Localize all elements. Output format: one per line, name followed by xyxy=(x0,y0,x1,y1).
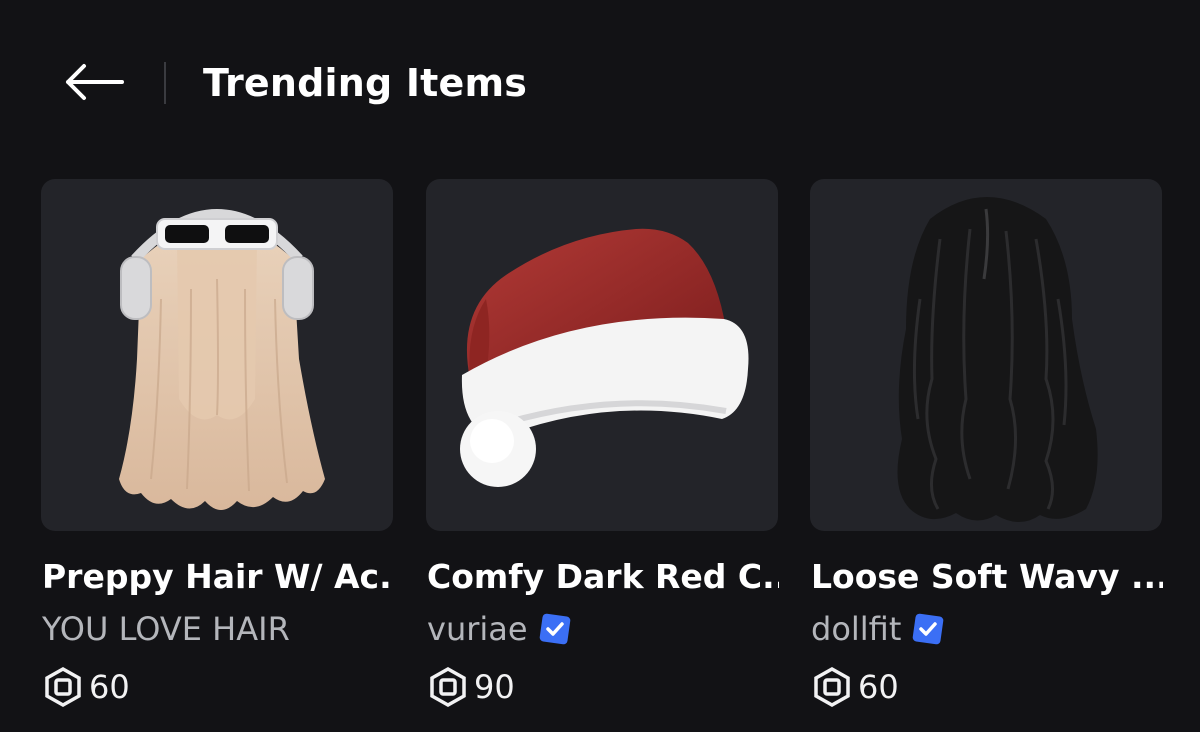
item-card[interactable]: Preppy Hair W/ Ac... YOU LOVE HAIR 60 xyxy=(41,179,394,719)
arrow-left-icon xyxy=(66,64,124,100)
creator-name[interactable]: vuriae xyxy=(427,607,528,651)
robux-icon xyxy=(45,667,81,707)
price-row: 60 xyxy=(812,665,899,709)
black-wavy-hair-icon xyxy=(897,197,1098,522)
robux-icon xyxy=(814,667,850,707)
creator-row[interactable]: dollfit xyxy=(811,607,945,651)
item-name[interactable]: Preppy Hair W/ Ac... xyxy=(42,555,394,599)
price-row: 90 xyxy=(428,665,515,709)
creator-name[interactable]: dollfit xyxy=(811,607,901,651)
blonde-hair-with-headphones-sunglasses-icon xyxy=(119,209,325,510)
item-card[interactable]: Loose Soft Wavy ... dollfit 60 xyxy=(810,179,1163,719)
verified-badge-icon xyxy=(539,613,570,645)
page-title: Trending Items xyxy=(203,61,528,105)
creator-row[interactable]: vuriae xyxy=(427,607,572,651)
item-price: 60 xyxy=(89,668,130,706)
robux-icon xyxy=(430,667,466,707)
santa-hat-icon xyxy=(460,228,749,487)
header-divider xyxy=(164,62,166,104)
top-bar: Trending Items xyxy=(0,0,1200,170)
price-row: 60 xyxy=(43,665,130,709)
back-button[interactable] xyxy=(52,50,136,114)
item-grid: Preppy Hair W/ Ac... YOU LOVE HAIR 60 Co… xyxy=(41,179,1163,719)
item-thumbnail[interactable] xyxy=(426,179,778,531)
item-name[interactable]: Loose Soft Wavy ... xyxy=(811,555,1163,599)
verified-badge-icon xyxy=(913,613,944,645)
item-price: 90 xyxy=(474,668,515,706)
item-thumbnail[interactable] xyxy=(810,179,1162,531)
creator-row[interactable]: YOU LOVE HAIR xyxy=(42,607,290,651)
creator-name[interactable]: YOU LOVE HAIR xyxy=(42,607,290,651)
item-price: 60 xyxy=(858,668,899,706)
item-thumbnail[interactable] xyxy=(41,179,393,531)
item-name[interactable]: Comfy Dark Red C... xyxy=(427,555,779,599)
item-card[interactable]: Comfy Dark Red C... vuriae 90 xyxy=(426,179,779,719)
